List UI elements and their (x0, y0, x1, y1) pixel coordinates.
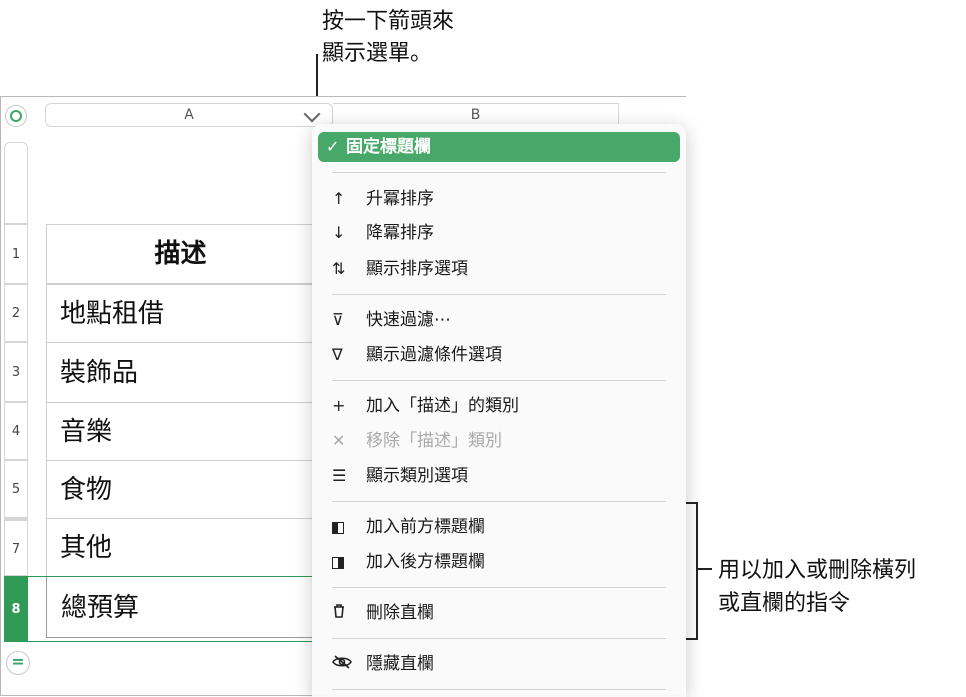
menu-item-label: 加入「描述」的類別 (366, 396, 519, 416)
column-b-label: B (470, 107, 481, 123)
table-cell[interactable]: 音樂 (46, 402, 314, 460)
callout-top-line-2: 顯示選單。 (322, 41, 433, 66)
table-cell[interactable]: 其他 (46, 518, 314, 576)
menu-item-label: 移除「描述」類別 (366, 431, 502, 451)
row-number: 5 (11, 482, 21, 497)
row-number: 7 (11, 542, 21, 557)
menu-item-add-column-after[interactable]: 加入後方標題欄 (332, 547, 672, 577)
x-icon: ✕ (332, 431, 346, 450)
row-number: 2 (11, 306, 21, 321)
menu-item-freeze-header[interactable]: ✓ 固定標題欄 (318, 132, 680, 162)
menu-separator (332, 172, 666, 173)
menu-item-label: 刪除直欄 (366, 603, 434, 623)
menu-item-label: 升冪排序 (366, 189, 434, 209)
selection-line-bottom (28, 641, 312, 642)
row-header-2[interactable]: 2 (4, 284, 28, 342)
menu-item-quick-filter[interactable]: ⊽ 快速過濾⋯ (332, 305, 672, 335)
menu-separator (332, 587, 666, 588)
arrow-down-icon: ↓ (332, 223, 346, 242)
menu-item-label: 顯示排序選項 (366, 259, 468, 279)
row-header-7[interactable]: 7 (4, 518, 28, 576)
list-icon: ☰ (332, 466, 347, 485)
quick-filter-icon: ⊽ (332, 310, 344, 329)
filter-icon: ∇ (332, 345, 343, 364)
menu-item-label: 隱藏直欄 (366, 654, 434, 674)
menu-item-add-column-before[interactable]: 加入前方標題欄 (332, 512, 672, 542)
selection-line-top (28, 576, 312, 577)
row-number: 3 (11, 365, 21, 380)
add-column-after-icon (332, 547, 366, 577)
menu-item-sort-ascending[interactable]: ↑ 升冪排序 (332, 184, 672, 214)
callout-bracket (686, 502, 698, 640)
menu-separator (332, 294, 666, 295)
menu-item-label: 降冪排序 (366, 223, 434, 243)
table-select-handle[interactable] (5, 105, 27, 127)
arrow-up-icon: ↑ (332, 189, 346, 208)
callout-arrow-instruction: 按一下箭頭來 顯示選單。 (322, 6, 454, 70)
sort-arrows-icon: ⇅ (332, 259, 346, 278)
table-cell[interactable]: 地點租借 (46, 284, 314, 342)
row-number: 1 (11, 247, 21, 262)
column-header-a[interactable]: A (45, 103, 333, 127)
row-number: 8 (11, 602, 21, 617)
menu-separator (332, 380, 666, 381)
callout-row-column-commands: 用以加入或刪除橫列 或直欄的指令 (718, 554, 916, 620)
trash-icon (332, 598, 366, 628)
row-number: 4 (11, 424, 21, 439)
menu-item-filter-options[interactable]: ∇ 顯示過濾條件選項 (332, 340, 672, 370)
add-column-before-icon (332, 512, 366, 542)
menu-item-label: 顯示過濾條件選項 (366, 345, 502, 365)
menu-item-category-options[interactable]: ☰ 顯示類別選項 (332, 461, 672, 491)
row-header-1[interactable]: 1 (4, 224, 28, 284)
row-header-5[interactable]: 5 (4, 460, 28, 518)
column-context-menu: ✓ 固定標題欄 ↑ 升冪排序 ↓ 降冪排序 ⇅ 顯示排序選項 ⊽ 快速過濾⋯ ∇ 顯示過濾條… (312, 124, 686, 697)
header-cell-description[interactable]: 描述 (46, 224, 314, 284)
menu-item-label: 加入後方標題欄 (366, 552, 485, 572)
checkmark-icon: ✓ (326, 137, 340, 156)
menu-item-delete-column[interactable]: 刪除直欄 (332, 598, 672, 628)
callout-right-line-2: 或直欄的指令 (718, 591, 851, 616)
add-row-handle[interactable]: = (6, 651, 30, 675)
table-cell[interactable]: 裝飾品 (46, 342, 314, 402)
plus-icon: + (332, 396, 346, 415)
table-cell[interactable]: 食物 (46, 460, 314, 518)
menu-item-label: 快速過濾⋯ (366, 310, 451, 330)
menu-item-add-category[interactable]: + 加入「描述」的類別 (332, 391, 672, 421)
menu-separator (332, 689, 666, 690)
column-a-label: A (184, 107, 194, 123)
menu-item-label: 固定標題欄 (346, 137, 431, 157)
row-header-4[interactable]: 4 (4, 402, 28, 460)
callout-bracket-tick (698, 568, 712, 570)
menu-separator (332, 638, 666, 639)
total-cell[interactable]: 總預算 (46, 576, 314, 638)
row-header-frozen-spacer (4, 142, 28, 224)
row-header-3[interactable]: 3 (4, 342, 28, 402)
menu-separator (332, 501, 666, 502)
menu-item-hide-column[interactable]: 隱藏直欄 (332, 649, 672, 679)
callout-right-line-1: 用以加入或刪除橫列 (718, 558, 917, 583)
menu-item-label: 顯示類別選項 (366, 466, 468, 486)
menu-item-remove-category: ✕ 移除「描述」類別 (332, 426, 672, 456)
menu-item-sort-descending[interactable]: ↓ 降冪排序 (332, 218, 672, 248)
eye-slash-icon (332, 649, 366, 679)
row-header-8[interactable]: 8 (4, 576, 28, 642)
callout-top-line-1: 按一下箭頭來 (322, 9, 455, 34)
menu-item-sort-options[interactable]: ⇅ 顯示排序選項 (332, 254, 672, 284)
menu-item-label: 加入前方標題欄 (366, 517, 485, 537)
